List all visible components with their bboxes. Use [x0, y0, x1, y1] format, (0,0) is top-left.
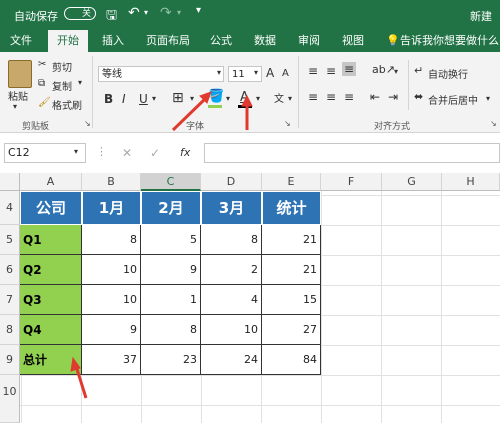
- arrow-head: [70, 356, 81, 372]
- annotation-arrows: [70, 91, 253, 399]
- arrow-head: [241, 94, 253, 107]
- arrow-from-total-row: [74, 365, 88, 399]
- arrow-to-fill-color: [171, 96, 208, 132]
